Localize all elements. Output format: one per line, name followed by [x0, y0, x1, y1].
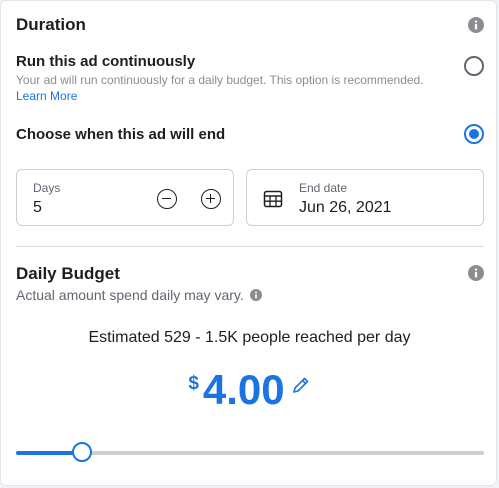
choose-end-radio[interactable] [464, 124, 484, 144]
end-date-field[interactable]: End date Jun 26, 2021 [246, 169, 484, 226]
increase-days-button[interactable] [201, 189, 221, 209]
run-continuously-label[interactable]: Run this ad continuously [16, 53, 195, 70]
ad-duration-budget-card: Duration Run this ad continuously Your a… [0, 0, 497, 486]
daily-budget-title: Daily Budget [16, 264, 120, 283]
days-field[interactable]: Days 5 [16, 169, 234, 226]
decrease-days-button[interactable] [157, 189, 177, 209]
run-continuously-radio[interactable] [464, 56, 484, 76]
info-icon[interactable] [468, 265, 484, 281]
info-icon[interactable] [468, 17, 484, 33]
end-date-label: End date [299, 181, 348, 195]
budget-subtitle-text: Actual amount spend daily may vary. [16, 287, 244, 303]
budget-slider-handle[interactable] [71, 442, 92, 462]
budget-amount-display: $4.00 [1, 367, 498, 413]
end-date-value[interactable]: Jun 26, 2021 [299, 199, 392, 217]
run-continuously-description: Your ad will run continuously for a dail… [16, 73, 424, 87]
pencil-icon[interactable] [291, 375, 311, 395]
currency-symbol: $ [188, 373, 199, 394]
section-divider [16, 246, 484, 247]
calendar-icon [263, 190, 283, 208]
days-label: Days [33, 181, 61, 195]
reach-estimate: Estimated 529 - 1.5K people reached per … [88, 329, 411, 346]
days-value[interactable]: 5 [33, 199, 42, 217]
learn-more-link[interactable]: Learn More [16, 89, 77, 103]
budget-subtitle: Actual amount spend daily may vary. [16, 287, 262, 303]
duration-title: Duration [16, 15, 86, 34]
info-icon[interactable] [249, 289, 262, 301]
choose-end-label[interactable]: Choose when this ad will end [16, 126, 225, 143]
budget-amount[interactable]: 4.00 [203, 367, 285, 413]
